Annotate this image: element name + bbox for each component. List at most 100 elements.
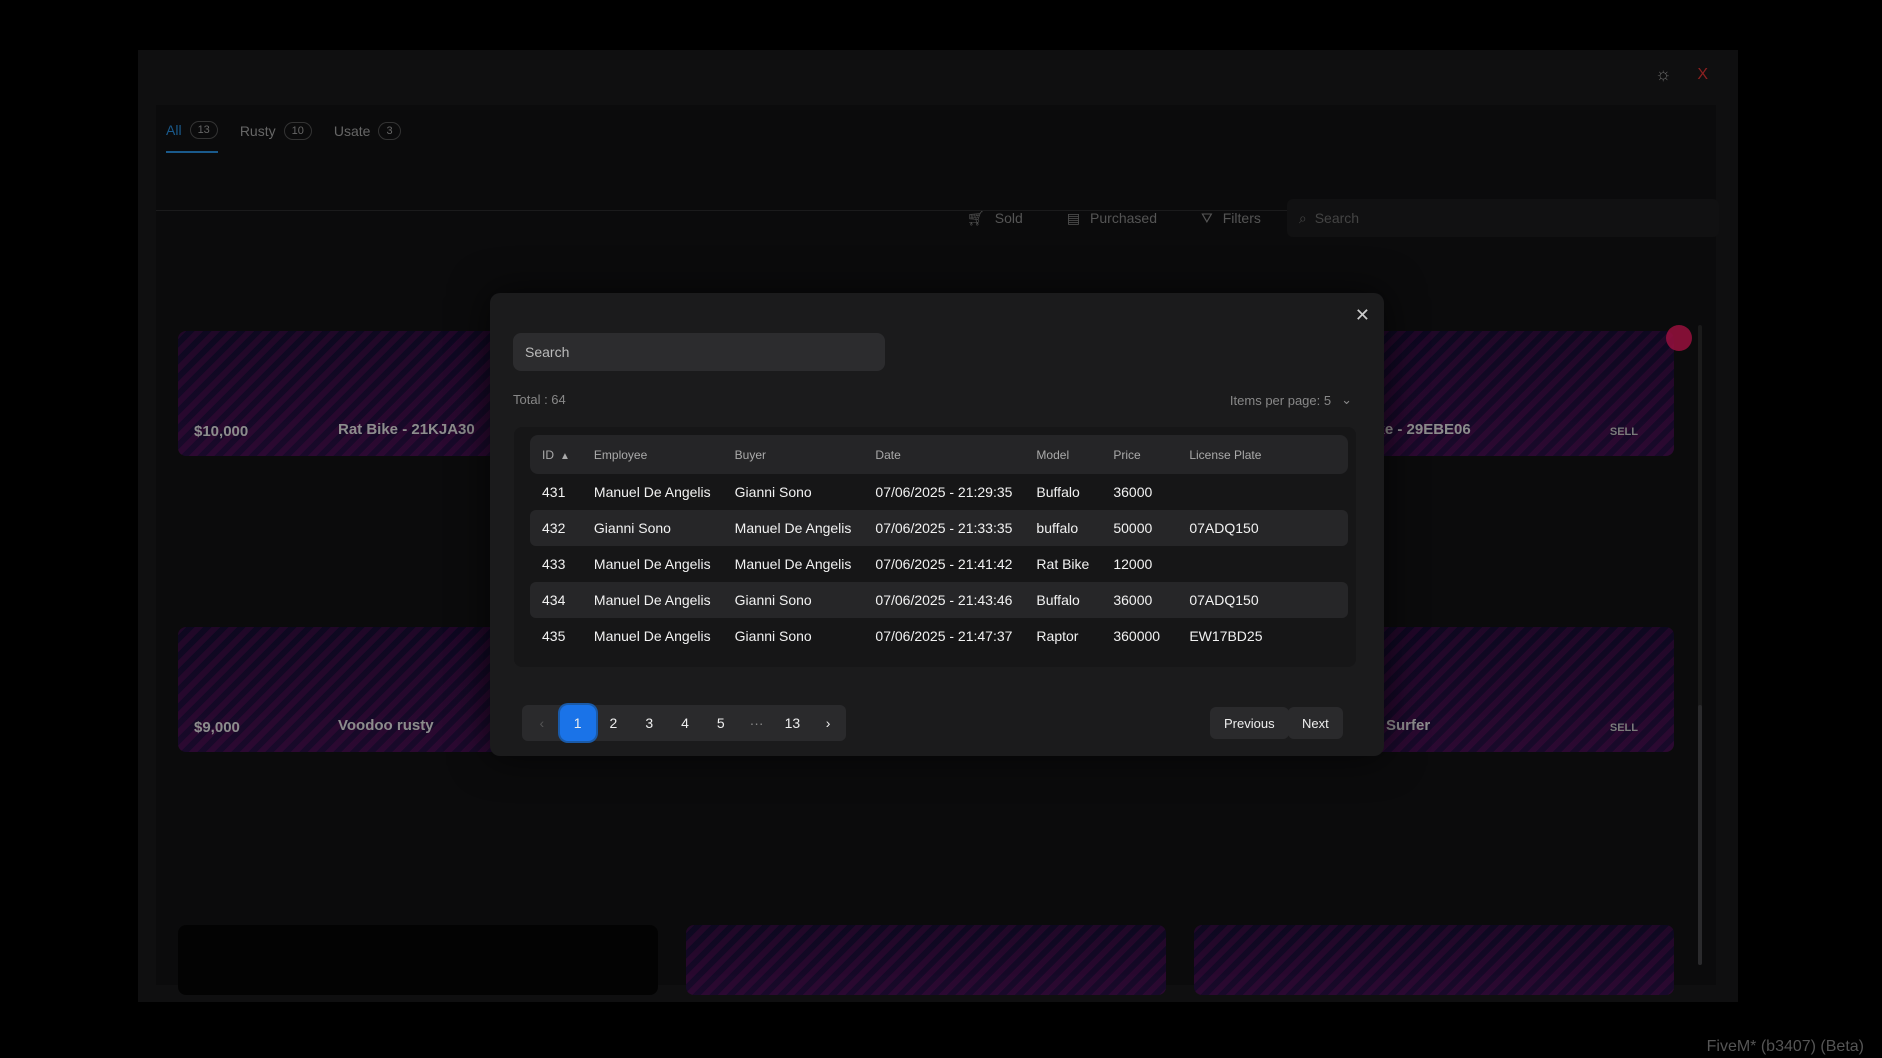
cell-date: 07/06/2025 - 21:47:37 xyxy=(875,628,1013,644)
tab-count-badge: 3 xyxy=(378,122,401,140)
page-button-13[interactable]: 13 xyxy=(774,705,810,741)
sales-table: ID ▲ Employee Buyer Date Model Price Lice… xyxy=(530,435,1348,654)
tab-label: All xyxy=(166,122,182,138)
column-header-id[interactable]: ID ▲ xyxy=(530,435,582,474)
page-button-3[interactable]: 3 xyxy=(631,705,667,741)
filter-icon: ⛛ xyxy=(1200,209,1213,226)
cell-license-plate: 07ADQ150 xyxy=(1177,510,1348,546)
cell-price: 360000 xyxy=(1113,628,1161,644)
cell-employee: Manuel De Angelis xyxy=(593,484,711,500)
cell-id: 434 xyxy=(530,582,582,618)
edit-icon[interactable] xyxy=(1666,325,1692,351)
vehicle-card[interactable] xyxy=(686,925,1166,995)
cell-model: buffalo xyxy=(1024,510,1102,546)
previous-button[interactable]: Previous xyxy=(1210,707,1289,739)
items-per-page-label: Items per page: 5 xyxy=(1229,392,1332,408)
cell-buyer: Manuel De Angelis xyxy=(734,556,852,572)
next-button[interactable]: Next xyxy=(1288,707,1343,739)
header-label: Price xyxy=(1113,447,1141,462)
header-label: ID xyxy=(542,447,554,462)
header-label: Model xyxy=(1036,447,1070,462)
cell-date: 07/06/2025 - 21:43:46 xyxy=(863,582,1025,618)
items-per-page-select[interactable]: Items per page: 5 ⌄ xyxy=(1230,392,1352,408)
background-search-input[interactable]: ⌕ Search xyxy=(1286,199,1719,237)
sort-asc-icon: ▲ xyxy=(560,450,570,462)
cell-buyer: Gianni Sono xyxy=(734,628,812,644)
cell-license-plate xyxy=(1177,546,1348,582)
close-icon[interactable]: ✕ xyxy=(1355,305,1370,326)
cart-icon: 🛒︎ xyxy=(967,209,985,226)
card-price: $9,000 xyxy=(194,719,240,736)
cell-model: Rat Bike xyxy=(1036,556,1090,572)
tab-label: Usate xyxy=(333,123,371,139)
column-header-date[interactable]: Date xyxy=(863,435,1025,474)
cell-date: 07/06/2025 - 21:41:42 xyxy=(875,556,1013,572)
cell-license-plate: EW17BD25 xyxy=(1189,628,1263,644)
sold-button[interactable]: 🛒︎ Sold xyxy=(967,210,1023,227)
page-button-2[interactable]: 2 xyxy=(596,705,632,741)
cell-employee: Gianni Sono xyxy=(581,510,723,546)
pagination: ‹ 1 2 3 4 5 ··· 13 › xyxy=(522,705,846,741)
purchased-button[interactable]: ▤ Purchased xyxy=(1067,210,1157,227)
sell-button[interactable]: SELL xyxy=(1610,426,1638,438)
column-header-employee[interactable]: Employee xyxy=(581,435,723,474)
card-name: Surfer xyxy=(1386,717,1431,734)
table-header-row: ID ▲ Employee Buyer Date Model Price Lice… xyxy=(530,435,1348,474)
window-controls: ☼ X xyxy=(1655,64,1708,85)
filters-label: Filters xyxy=(1222,210,1261,226)
theme-toggle-icon[interactable]: ☼ xyxy=(1655,64,1672,85)
cell-price: 12000 xyxy=(1113,556,1153,572)
table-row[interactable]: 433 Manuel De Angelis Manuel De Angelis … xyxy=(530,546,1348,582)
tab-rusty[interactable]: Rusty 10 xyxy=(240,121,312,153)
cell-model: Raptor xyxy=(1036,628,1079,644)
cell-license-plate xyxy=(1177,474,1348,510)
page-button-1[interactable]: 1 xyxy=(559,705,596,741)
category-tabs: All 13 Rusty 10 Usate 3 xyxy=(166,121,401,153)
tab-count-badge: 10 xyxy=(283,122,312,140)
vehicle-card[interactable] xyxy=(178,925,658,995)
vehicle-card[interactable] xyxy=(1194,925,1674,995)
sold-label: Sold xyxy=(994,210,1023,226)
cell-model: Buffalo xyxy=(1036,484,1080,500)
card-name: Rat Bike - 21KJA30 xyxy=(338,421,475,438)
cell-employee: Manuel De Angelis xyxy=(581,582,723,618)
page-ellipsis[interactable]: ··· xyxy=(739,705,775,741)
cell-id: 431 xyxy=(542,484,566,500)
header-label: Employee xyxy=(593,447,648,462)
card-name: Voodoo rusty xyxy=(338,717,434,734)
scrollbar[interactable] xyxy=(1698,325,1702,965)
next-page-chevron-icon[interactable]: › xyxy=(810,705,846,741)
chevron-down-icon: ⌄ xyxy=(1341,392,1352,407)
cell-id: 433 xyxy=(542,556,566,572)
search-icon: ⌕ xyxy=(1298,209,1307,226)
table-row[interactable]: 431 Manuel De Angelis Gianni Sono 07/06/… xyxy=(530,474,1348,510)
column-header-buyer[interactable]: Buyer xyxy=(722,435,864,474)
card-price: $10,000 xyxy=(194,423,249,440)
column-header-price[interactable]: Price xyxy=(1101,435,1178,474)
tab-usate[interactable]: Usate 3 xyxy=(334,121,401,153)
search-input[interactable] xyxy=(513,333,885,371)
column-header-license-plate[interactable]: License Plate xyxy=(1177,435,1348,474)
header-label: License Plate xyxy=(1189,447,1262,462)
header-label: Date xyxy=(875,447,901,462)
tab-all[interactable]: All 13 xyxy=(166,121,218,153)
page-button-5[interactable]: 5 xyxy=(703,705,739,741)
cell-date: 07/06/2025 - 21:33:35 xyxy=(863,510,1025,546)
toolbar: 🛒︎ Sold ▤ Purchased ⛛ Filters ⌕ Search xyxy=(967,199,1719,237)
table-row[interactable]: 434 Manuel De Angelis Gianni Sono 07/06/… xyxy=(530,582,1348,618)
total-count: Total : 64 xyxy=(513,392,566,407)
prev-page-chevron-icon[interactable]: ‹ xyxy=(524,705,560,741)
page-button-4[interactable]: 4 xyxy=(667,705,703,741)
sell-button[interactable]: SELL xyxy=(1610,722,1638,734)
scrollbar-thumb[interactable] xyxy=(1698,705,1702,965)
window-close-icon[interactable]: X xyxy=(1697,66,1708,84)
table-row[interactable]: 432 Gianni Sono Manuel De Angelis 07/06/… xyxy=(530,510,1348,546)
column-header-model[interactable]: Model xyxy=(1024,435,1102,474)
header-label: Buyer xyxy=(734,447,767,462)
cell-date: 07/06/2025 - 21:29:35 xyxy=(875,484,1013,500)
filters-button[interactable]: ⛛ Filters xyxy=(1201,210,1261,227)
cell-id: 432 xyxy=(530,510,582,546)
table-row[interactable]: 435 Manuel De Angelis Gianni Sono 07/06/… xyxy=(530,618,1348,654)
cell-buyer: Gianni Sono xyxy=(722,582,864,618)
tab-label: Rusty xyxy=(239,123,276,139)
